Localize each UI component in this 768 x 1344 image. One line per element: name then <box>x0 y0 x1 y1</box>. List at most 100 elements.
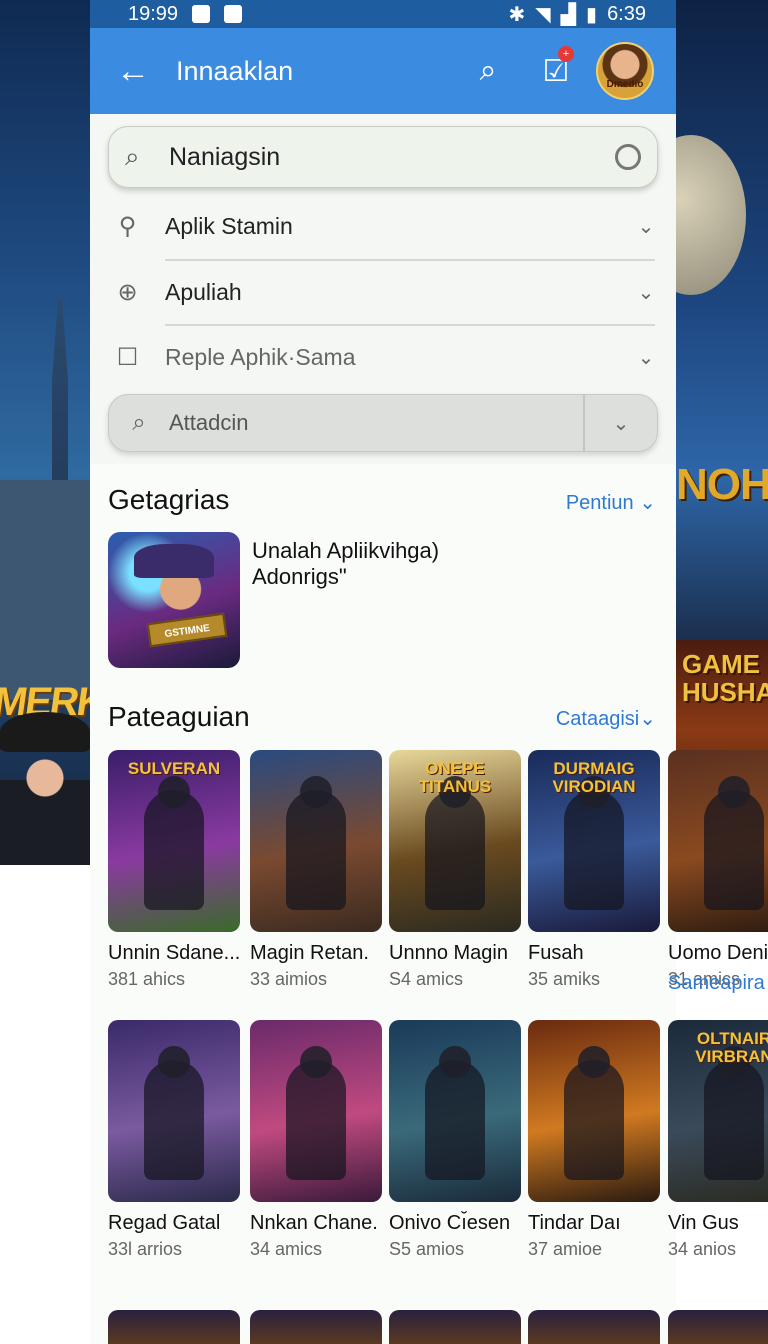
status-time-right: 6:39 <box>607 2 646 25</box>
game-thumbnail[interactable] <box>668 750 768 932</box>
game-name: Regad Gatal <box>108 1212 221 1234</box>
character-art <box>425 790 485 910</box>
character-head-art <box>158 1046 190 1078</box>
voice-circle-icon[interactable] <box>615 144 641 170</box>
character-art <box>704 1060 764 1180</box>
status-bar: 19:99 ✱ ◥ ▟ ▮ 6:39 <box>90 0 676 28</box>
featured-badge: GSTIMNE <box>146 612 228 648</box>
game-card[interactable]: DURMAIG VIRODIAN Fusah 35 amiks <box>528 750 660 990</box>
game-thumbnail[interactable] <box>528 1020 660 1202</box>
notification-badge: + <box>558 45 574 62</box>
chevron-down-icon[interactable]: ⌄ <box>585 411 657 436</box>
game-card[interactable]: Uomo Denia31 amics <box>668 750 768 990</box>
game-thumbnail[interactable]: OLTNAIR VIRBRAN <box>668 1020 768 1202</box>
game-card[interactable]: OLTNAIR VIRBRAN Vin Gus 34 anios <box>668 1020 768 1260</box>
game-name: Magin Retan. <box>250 942 369 964</box>
game-art-title: OLTNAIR VIRBRAN <box>695 1029 768 1066</box>
game-thumbnail[interactable] <box>108 1310 240 1344</box>
moon-art <box>676 135 746 295</box>
wifi-icon: ◥ <box>535 3 551 26</box>
chevron-down-icon: ⌄ <box>637 281 655 304</box>
filter-row-reple[interactable]: ☐ Reple Aphik·Sama ⌄ <box>90 325 676 389</box>
game-card[interactable]: Onivo Cı̆esen S5 amios <box>389 1020 521 1260</box>
character-art <box>425 1060 485 1180</box>
filter-label: Reple Aphik·Sama <box>165 343 356 370</box>
game-thumbnail[interactable] <box>389 1020 521 1202</box>
game-subtitle: 33l arrios <box>108 1239 183 1259</box>
search-icon: ⌕ <box>132 409 146 436</box>
character-art <box>564 790 624 910</box>
character-head-art <box>300 1046 332 1078</box>
background-art-left: MERK <box>0 0 90 865</box>
message-icon <box>224 5 243 23</box>
game-card[interactable]: Nnkan Chane. 34 amics <box>250 1020 382 1260</box>
poster-title: GAME HUSHAS <box>682 649 768 707</box>
search-input[interactable]: ⌕ Naniagsin <box>108 126 658 188</box>
popular-link[interactable]: Cataagisi⌄ <box>556 706 656 731</box>
search-icon: ⌕ <box>125 141 140 171</box>
search-icon[interactable]: ⌕ <box>454 54 522 88</box>
game-thumbnail[interactable]: SULVERAN <box>108 750 240 932</box>
bluetooth-icon: ✱ <box>508 3 526 26</box>
game-thumbnail[interactable]: ONEPE TITANUS <box>389 750 521 932</box>
featured-line1: Unalah Apliikvihga) <box>252 538 440 563</box>
character-art <box>564 1060 624 1180</box>
side-link[interactable]: Sameapira <box>668 972 765 995</box>
character-head-art <box>578 1046 610 1078</box>
tasks-icon[interactable]: ☑ + <box>522 45 590 89</box>
game-thumbnail[interactable] <box>250 750 382 932</box>
game-name: Nnkan Chane. <box>250 1212 378 1234</box>
game-thumbnail[interactable] <box>108 1020 240 1202</box>
game-name: Unnno Magin <box>389 942 508 964</box>
filter-search-bar[interactable]: ⌕ Attadcin ⌄ <box>108 394 658 452</box>
avatar[interactable]: Dmedio <box>596 42 654 100</box>
game-subtitle: 37 amioe <box>528 1239 603 1259</box>
filter-row-aplik-stamin[interactable]: ⚲ Aplik Stamin ⌄ <box>90 194 676 258</box>
game-name: Vin Gus <box>668 1212 739 1234</box>
popular-title: Pateaguian <box>108 701 250 732</box>
page-title: Innaaklan <box>176 55 294 86</box>
back-arrow-icon[interactable]: ← <box>90 52 176 91</box>
game-art-title: ONEPE TITANUS <box>418 759 492 796</box>
game-name: Unnin Sdane... <box>108 942 241 964</box>
hat-art <box>0 712 90 752</box>
location-pin-icon: ⚲ <box>118 212 137 240</box>
character-art <box>704 790 764 910</box>
building-art <box>0 480 90 700</box>
game-card[interactable]: SULVERAN Unnin Sdane... 381 ahics <box>108 750 240 990</box>
filter-row-apuliah[interactable]: ⊕ Apuliah ⌄ <box>90 260 676 324</box>
character-head-art <box>158 776 190 808</box>
featured-app-text[interactable]: Unalah Apliikvihga) Adonrigs" <box>252 538 439 590</box>
hat-art <box>134 544 214 578</box>
checkbox-icon[interactable]: ☐ <box>90 343 165 372</box>
featured-app-image[interactable]: GSTIMNE <box>108 532 240 668</box>
game-subtitle: 34 anios <box>668 1239 737 1259</box>
search-value: Naniagsin <box>169 142 281 171</box>
character-head-art <box>718 776 750 808</box>
game-card[interactable]: Magin Retan. 33 aimios <box>250 750 382 990</box>
character-art <box>144 1060 204 1180</box>
game-card[interactable]: Tindar Daı 37 amioe <box>528 1020 660 1260</box>
game-card[interactable]: Regad Gatal 33l arrios <box>108 1020 240 1260</box>
categories-link[interactable]: Pentiun ⌄ <box>566 490 656 515</box>
game-name: Fusah <box>528 942 584 964</box>
game-subtitle: 34 amics <box>250 1239 323 1259</box>
game-art-title: SULVERAN <box>127 759 221 778</box>
game-thumbnail[interactable] <box>389 1310 521 1344</box>
featured-line2: Adonrigs" <box>252 564 347 589</box>
game-thumbnail[interactable]: DURMAIG VIRODIAN <box>528 750 660 932</box>
game-subtitle: 33 aimios <box>250 969 328 989</box>
game-name: Tindar Daı <box>528 1212 621 1234</box>
game-thumbnail[interactable] <box>250 1020 382 1202</box>
game-name: Onivo Cı̆esen <box>389 1212 511 1234</box>
character-head-art <box>439 1046 471 1078</box>
game-card[interactable]: ONEPE TITANUS Unnno Magin S4 amics <box>389 750 521 990</box>
game-thumbnail[interactable] <box>528 1310 660 1344</box>
game-thumbnail[interactable] <box>668 1310 768 1344</box>
chevron-down-icon: ⌄ <box>637 215 655 238</box>
background-art-right: NOH GAME HUSHAS <box>676 0 768 865</box>
avatar-label: Dmedio <box>606 79 644 90</box>
game-subtitle: 381 ahics <box>108 969 186 989</box>
game-thumbnail[interactable] <box>250 1310 382 1344</box>
chevron-down-icon: ⌄ <box>637 346 655 369</box>
